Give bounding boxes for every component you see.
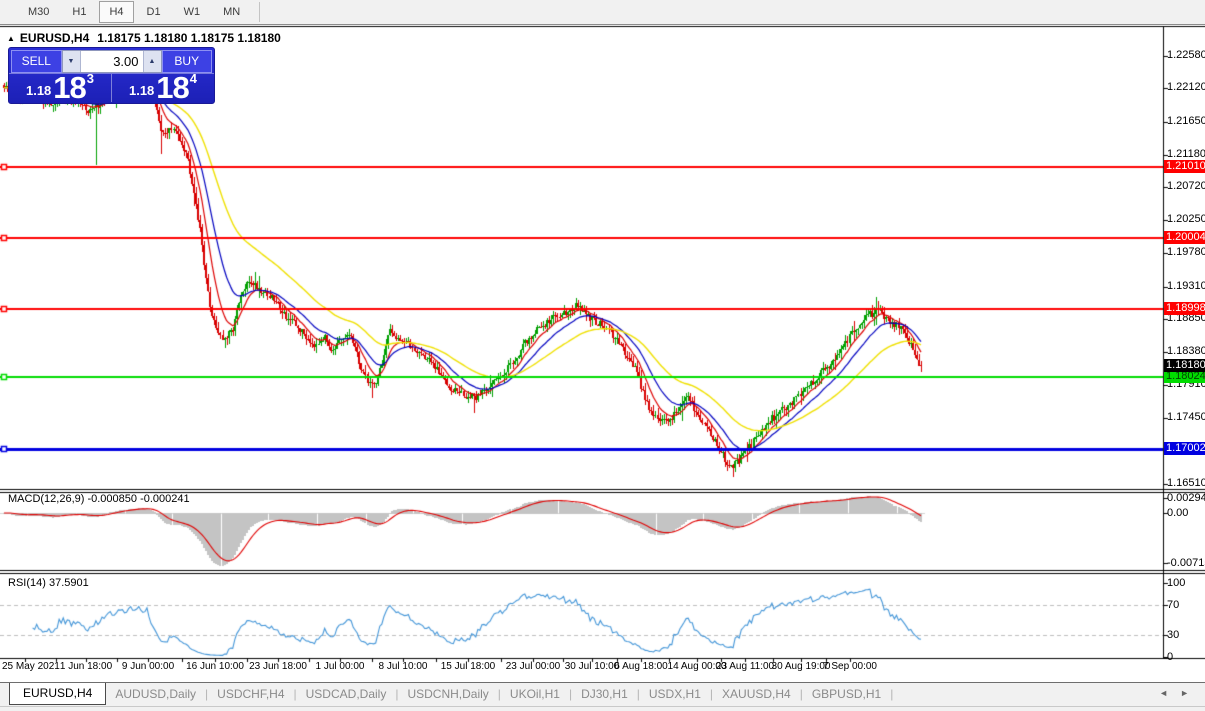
timeframe-button-d1[interactable]: D1: [137, 1, 171, 23]
buy-price-display[interactable]: 1.18 18 4: [111, 74, 214, 102]
trade-prices-row: 1.18 18 3 1.18 18 4: [9, 74, 214, 102]
chart-tab-audusd-daily[interactable]: AUDUSD,Daily: [106, 683, 205, 705]
chart-tabs-bar: EURUSD,H4AUDUSD,Daily|USDCHF,H4|USDCAD,D…: [0, 682, 1205, 706]
collapse-panel-arrow-icon[interactable]: ▲: [7, 34, 15, 43]
buy-price-big-digits: 18: [156, 76, 188, 100]
chart-tab-ukoil-h1[interactable]: UKOil,H1: [501, 683, 569, 705]
sell-price-prefix: 1.18: [26, 83, 51, 98]
toolbar-separator: [259, 2, 260, 22]
volume-input[interactable]: [81, 51, 143, 72]
buy-price-pip-digit: 4: [190, 71, 197, 86]
chart-tab-gbpusd-h1[interactable]: GBPUSD,H1: [803, 683, 890, 705]
timeframe-toolbar: M30H1H4D1W1MN: [0, 0, 1205, 25]
timeframe-button-h4[interactable]: H4: [99, 1, 133, 23]
timeframe-button-w1[interactable]: W1: [174, 1, 211, 23]
chart-canvas[interactable]: [0, 0, 1205, 711]
chart-tab-usdx-h1[interactable]: USDX,H1: [640, 683, 710, 705]
timeframe-button-m30[interactable]: M30: [18, 1, 59, 23]
chart-ohlc-values: 1.18175 1.18180 1.18175 1.18180: [97, 31, 281, 45]
chart-tab-usdcnh-daily[interactable]: USDCNH,Daily: [398, 683, 497, 705]
chart-tab-dj30-h1[interactable]: DJ30,H1: [572, 683, 637, 705]
chart-tab-usdcad-daily[interactable]: USDCAD,Daily: [297, 683, 396, 705]
chart-tab-eurusd-h4[interactable]: EURUSD,H4: [9, 683, 106, 705]
volume-decrease-button[interactable]: ▼: [63, 51, 81, 72]
tab-scroll-left-icon[interactable]: ◄: [1159, 688, 1168, 698]
sell-price-pip-digit: 3: [87, 71, 94, 86]
chart-tab-usdchf-h4[interactable]: USDCHF,H4: [208, 683, 293, 705]
sell-price-big-digits: 18: [53, 76, 85, 100]
timeframe-group: M30H1H4D1W1MN: [18, 1, 260, 23]
macd-indicator-label: MACD(12,26,9) -0.000850 -0.000241: [8, 493, 190, 505]
tab-scroll-arrows: ◄ ►: [1159, 683, 1189, 698]
chart-title: ▲ EURUSD,H4 1.18175 1.18180 1.18175 1.18…: [7, 31, 281, 45]
tab-scroll-right-icon[interactable]: ►: [1180, 688, 1189, 698]
status-bar: [0, 706, 1205, 711]
chart-symbol-period: EURUSD,H4: [20, 31, 89, 45]
volume-increase-button[interactable]: ▲: [143, 51, 161, 72]
rsi-indicator-label: RSI(14) 37.5901: [8, 577, 89, 589]
timeframe-button-h1[interactable]: H1: [62, 1, 96, 23]
tab-separator: |: [890, 683, 893, 701]
chart-tab-xauusd-h4[interactable]: XAUUSD,H4: [713, 683, 800, 705]
buy-price-prefix: 1.18: [129, 83, 154, 98]
chart-tabs-list: EURUSD,H4AUDUSD,Daily|USDCHF,H4|USDCAD,D…: [0, 683, 893, 705]
sell-price-display[interactable]: 1.18 18 3: [9, 74, 111, 102]
timeframe-button-mn[interactable]: MN: [213, 1, 250, 23]
one-click-trading-panel: SELL ▼ ▲ BUY 1.18 18 3 1.18 18 4: [8, 47, 215, 104]
